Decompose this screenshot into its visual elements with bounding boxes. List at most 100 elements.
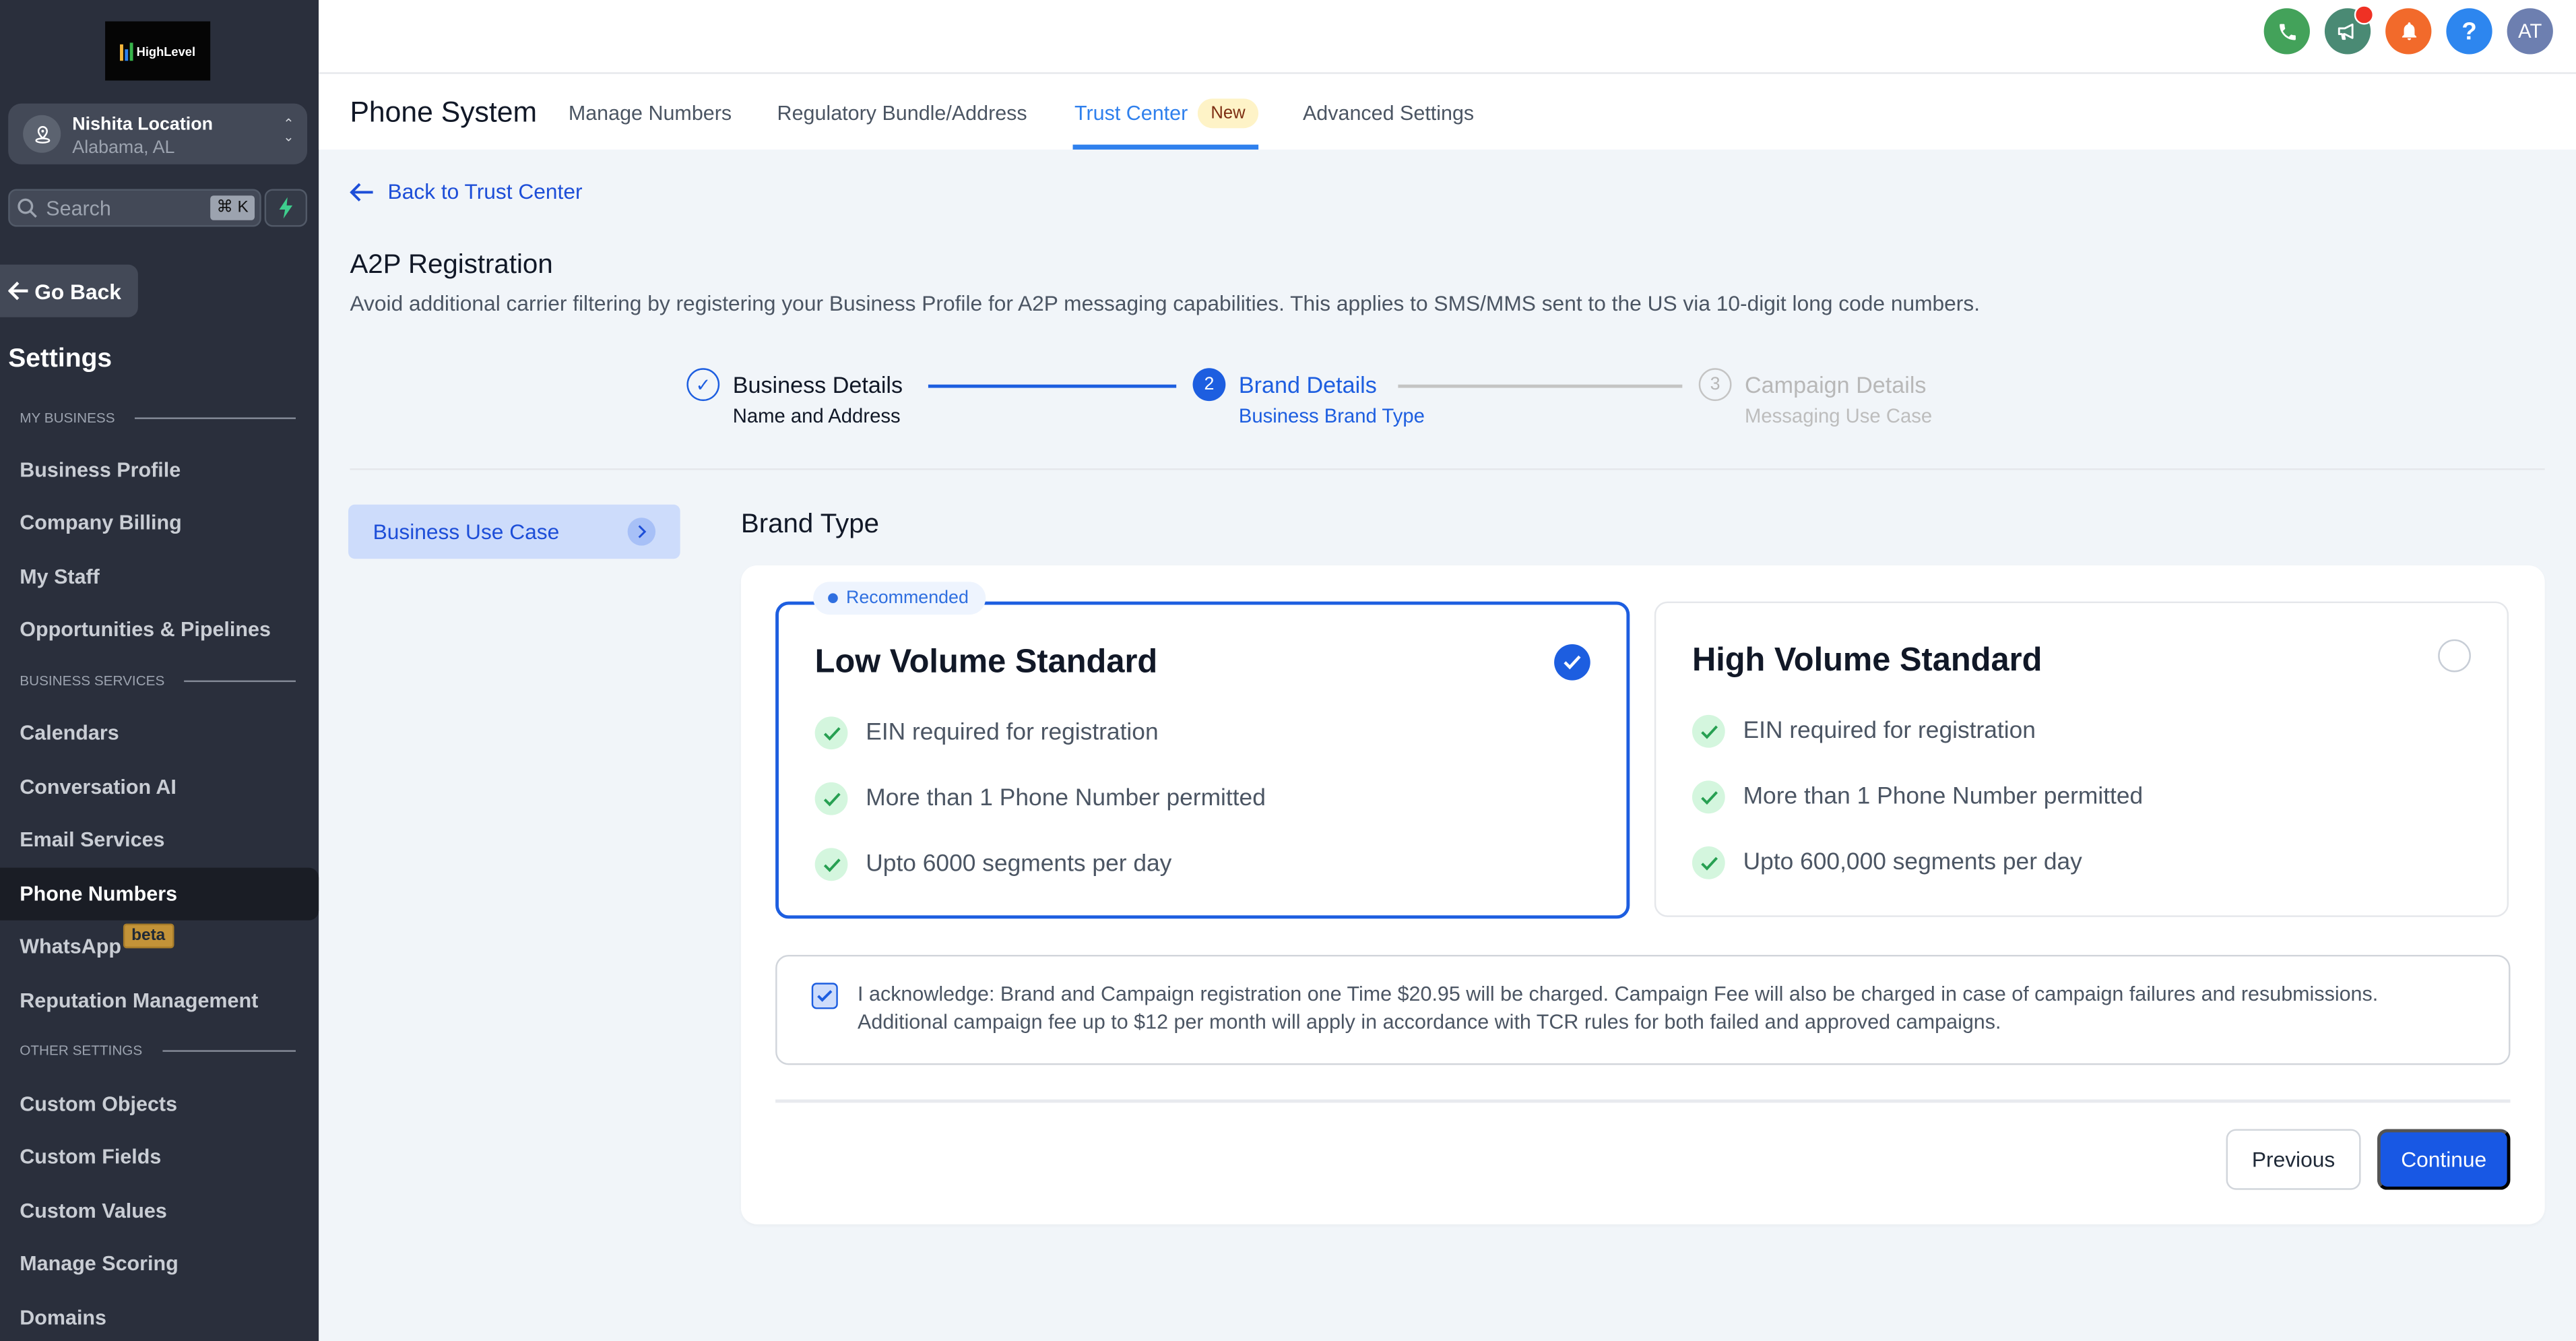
sidebar-item-label: Phone Numbers [20, 882, 178, 906]
badge-label: Recommended [845, 588, 969, 609]
arrow-left-icon [8, 281, 28, 301]
section-divider [184, 679, 296, 681]
brand-option-low-volume[interactable]: Recommended Low Volume Standard EIN requ… [775, 582, 1630, 919]
option-title: High Volume Standard [1692, 642, 2042, 679]
step-title: Business Details [732, 371, 903, 398]
sidebar-item-label: WhatsApp [20, 935, 122, 958]
check-icon [1564, 655, 1581, 670]
dot-icon [828, 593, 838, 604]
chevron-right-icon [627, 518, 656, 546]
brand-option-high-volume[interactable]: High Volume Standard EIN required for re… [1654, 601, 2509, 917]
sidebar-item-domains[interactable]: Domains [0, 1292, 319, 1341]
phone-system-nav: Phone System Manage Numbers Regulatory B… [319, 73, 2576, 150]
sidebar-item-label: My Staff [20, 565, 100, 589]
help-icon: ? [2461, 17, 2477, 46]
divider [350, 468, 2545, 470]
phone-button[interactable] [2263, 8, 2310, 55]
feature-item: More than 1 Phone Number permitted [814, 782, 1266, 815]
sidebar-item-manage-scoring[interactable]: Manage Scoring [0, 1237, 319, 1290]
feature-text: Upto 6000 segments per day [866, 851, 1172, 878]
highlevel-logo[interactable]: HighLevel [105, 21, 211, 81]
step-number: 3 [1698, 368, 1732, 402]
settings-title: Settings [8, 345, 112, 373]
section-my-business: MY BUSINESS [20, 409, 296, 426]
sidebar-item-label: Custom Values [20, 1199, 167, 1223]
location-switcher[interactable]: Nishita Location Alabama, AL ⌃ ⌄ [8, 103, 308, 164]
feature-item: EIN required for registration [1692, 714, 2036, 748]
divider [775, 1099, 2511, 1103]
check-circle-icon [814, 782, 848, 815]
sidebar-item-label: Conversation AI [20, 776, 176, 799]
sidebar-item-custom-objects[interactable]: Custom Objects [0, 1078, 319, 1131]
step-number: 2 [1192, 368, 1226, 402]
sidebar-item-custom-values[interactable]: Custom Values [0, 1185, 319, 1237]
sidebar-item-my-staff[interactable]: My Staff [0, 551, 319, 603]
sidebar-item-calendars[interactable]: Calendars [0, 707, 319, 759]
sidebar-item-label: Custom Fields [20, 1145, 162, 1168]
user-avatar[interactable]: AT [2507, 8, 2553, 55]
sidebar-item-email-services[interactable]: Email Services [0, 813, 319, 866]
check-circle-icon [814, 848, 848, 881]
section-label: OTHER SETTINGS [20, 1042, 143, 1059]
step-subtitle: Name and Address [732, 404, 901, 428]
beta-badge: beta [123, 923, 174, 949]
location-name: Nishita Location [72, 115, 213, 135]
selected-radio[interactable] [1554, 644, 1590, 681]
search-placeholder: Search [46, 197, 111, 220]
sidebar-item-opportunities[interactable]: Opportunities & Pipelines [0, 603, 319, 656]
back-to-trust-center-link[interactable]: Back to Trust Center [350, 179, 583, 204]
feature-text: More than 1 Phone Number permitted [866, 785, 1266, 812]
feature-text: EIN required for registration [866, 720, 1159, 747]
location-pin-icon [23, 115, 61, 153]
page-title: Phone System [350, 95, 538, 129]
location-region: Alabama, AL [72, 137, 175, 158]
feature-text: EIN required for registration [1743, 718, 2036, 745]
go-back-label: Go Back [34, 278, 121, 303]
sidebar-item-label: Reputation Management [20, 989, 259, 1013]
tab-regulatory-bundle[interactable]: Regulatory Bundle/Address [777, 102, 1027, 125]
sidebar-item-whatsapp[interactable]: WhatsApp beta [0, 921, 319, 973]
acknowledgement-box: I acknowledge: Brand and Campaign regist… [775, 954, 2511, 1065]
notifications-button[interactable] [2385, 8, 2432, 55]
tab-trust-center[interactable]: Trust Center New [1074, 98, 1259, 129]
feature-item: EIN required for registration [814, 716, 1159, 750]
sidebar-item-reputation-management[interactable]: Reputation Management [0, 974, 319, 1027]
acknowledgement-text: I acknowledge: Brand and Campaign regist… [858, 983, 2379, 1034]
section-divider [134, 416, 296, 418]
announcements-button[interactable] [2324, 5, 2375, 55]
business-use-case-nav[interactable]: Business Use Case [348, 504, 680, 559]
sidebar-item-company-billing[interactable]: Company Billing [0, 497, 319, 549]
chevron-up-down-icon: ⌃ ⌄ [283, 117, 294, 145]
quick-actions-button[interactable] [264, 189, 308, 227]
tab-advanced-settings[interactable]: Advanced Settings [1303, 102, 1474, 125]
megaphone-icon [2338, 23, 2354, 40]
feature-item: Upto 6000 segments per day [814, 848, 1172, 881]
continue-button[interactable]: Continue [2377, 1129, 2511, 1190]
acknowledge-checkbox[interactable] [811, 983, 838, 1009]
sidebar-item-phone-numbers[interactable]: Phone Numbers [0, 867, 319, 921]
previous-button[interactable]: Previous [2226, 1129, 2361, 1190]
unselected-radio[interactable] [2438, 639, 2471, 673]
go-back-button[interactable]: Go Back [0, 264, 138, 317]
sidebar-item-label: Email Services [20, 828, 165, 852]
check-circle-icon [1692, 780, 1725, 814]
sidebar-item-custom-fields[interactable]: Custom Fields [0, 1131, 319, 1183]
sidebar-item-conversation-ai[interactable]: Conversation AI [0, 761, 319, 813]
feature-item: Upto 600,000 segments per day [1692, 846, 2082, 879]
help-button[interactable]: ? [2446, 8, 2492, 55]
check-circle-icon [814, 716, 848, 750]
brand-type-panel: Recommended Low Volume Standard EIN requ… [740, 565, 2545, 1224]
search-input[interactable]: Search ⌘ K [8, 189, 261, 227]
logo-arrows-icon [120, 42, 133, 61]
step-title: Brand Details [1238, 371, 1377, 398]
use-case-label: Business Use Case [373, 519, 560, 544]
check-circle-icon [1692, 846, 1725, 879]
avatar-initials: AT [2518, 20, 2542, 43]
check-icon: ✓ [686, 368, 720, 402]
lightning-icon [279, 197, 293, 219]
option-title: Low Volume Standard [814, 644, 1158, 681]
sidebar-item-business-profile[interactable]: Business Profile [0, 443, 319, 496]
notification-dot [2354, 5, 2375, 25]
tab-manage-numbers[interactable]: Manage Numbers [569, 102, 732, 125]
new-badge: New [1197, 98, 1259, 129]
